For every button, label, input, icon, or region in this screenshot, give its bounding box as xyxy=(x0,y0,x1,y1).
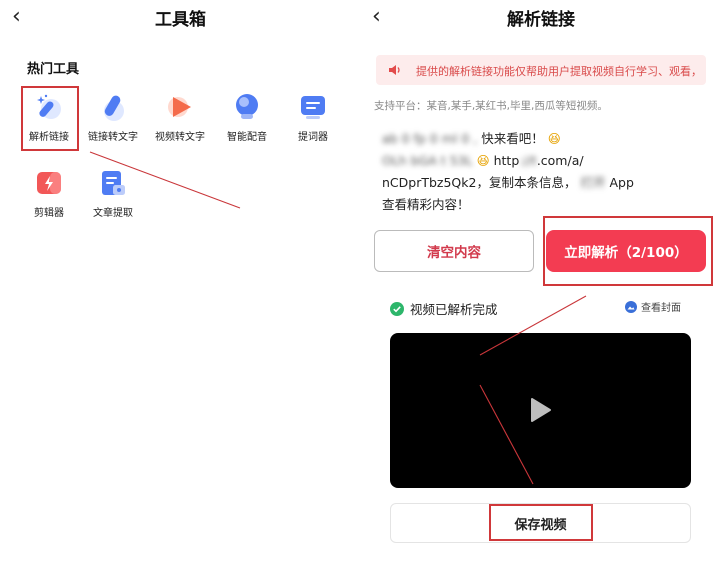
tool-parse-link[interactable]: 解析链接 xyxy=(14,92,84,143)
tool-label: 链接转文字 xyxy=(88,132,138,143)
tool-label: 提词器 xyxy=(298,132,328,143)
tool-teleprompter[interactable]: 提词器 xyxy=(278,92,348,143)
scissors-icon xyxy=(37,172,61,194)
pasted-link-text[interactable]: ab 0 fp 0 ml 0 , 快来看吧！ 😆 OLh bGA t 53L 😆… xyxy=(382,128,694,216)
tool-article-extract[interactable]: 文章提取 xyxy=(78,168,148,219)
tool-label: 文章提取 xyxy=(93,208,133,219)
link-text-segment: http xyxy=(493,153,520,168)
parse-link-screen: ‹ 解析链接 提供的解析链接功能仅帮助用户提取视频自行学习、观看， 支持平台：某… xyxy=(360,0,720,565)
tool-label: 智能配音 xyxy=(227,132,267,143)
parse-now-button[interactable]: 立即解析（2/100） xyxy=(546,230,706,272)
link-text-segment: 查看精彩内容！ xyxy=(382,197,470,212)
link-text-segment: App xyxy=(609,175,634,190)
microphone-icon xyxy=(236,94,258,119)
laughing-emoji-icon: 😆 xyxy=(476,153,490,168)
supported-platforms: 支持平台：某音,某手,某红书,毕里,西瓜等短视频。 xyxy=(374,100,608,112)
back-arrow-icon[interactable]: ‹ xyxy=(12,6,21,28)
document-extract-icon xyxy=(102,171,125,195)
back-arrow-icon[interactable]: ‹ xyxy=(372,6,381,28)
blurred-text: ab 0 fp 0 ml 0 , xyxy=(382,131,478,146)
tool-label: 视频转文字 xyxy=(155,132,205,143)
image-icon xyxy=(625,300,637,313)
blurred-text: OLh bGA t 53L xyxy=(382,153,473,168)
page-title: 解析链接 xyxy=(507,10,575,30)
view-cover-link[interactable]: 查看封面 xyxy=(625,299,681,314)
text-bubble-icon xyxy=(104,95,124,121)
toolbox-screen: ‹ 工具箱 热门工具 解析链接 链接转文字 视频转文字 智能配音 提词器 剪辑器… xyxy=(0,0,340,565)
tool-label: 解析链接 xyxy=(29,132,69,143)
video-player[interactable] xyxy=(390,333,691,488)
parse-status: 视频已解析完成 xyxy=(390,299,498,318)
blurred-text: ://t xyxy=(519,153,537,168)
notice-text: 提供的解析链接功能仅帮助用户提取视频自行学习、观看， xyxy=(416,65,701,78)
view-cover-label: 查看封面 xyxy=(641,303,681,314)
link-text-segment: .com/a/ xyxy=(536,153,584,168)
check-circle-icon xyxy=(390,301,404,316)
tool-video-editor[interactable]: 剪辑器 xyxy=(14,168,84,219)
play-icon xyxy=(168,97,191,117)
disclaimer-notice: 提供的解析链接功能仅帮助用户提取视频自行学习、观看， xyxy=(376,55,706,85)
blurred-text: 打开 xyxy=(580,175,606,190)
laughing-emoji-icon: 😆 xyxy=(547,131,561,146)
tool-smart-dubbing[interactable]: 智能配音 xyxy=(212,92,282,143)
clear-content-button[interactable]: 清空内容 xyxy=(374,230,534,272)
play-icon[interactable] xyxy=(530,397,552,423)
section-title-hot-tools: 热门工具 xyxy=(27,62,80,77)
link-text-segment: 快来看吧！ xyxy=(481,131,544,146)
save-video-button[interactable]: 保存视频 xyxy=(390,503,691,543)
tool-label: 剪辑器 xyxy=(34,208,64,219)
magic-wand-icon xyxy=(37,94,61,119)
speaker-icon xyxy=(389,65,400,75)
tool-video-to-text[interactable]: 视频转文字 xyxy=(145,92,215,143)
page-title: 工具箱 xyxy=(155,10,206,30)
status-text: 视频已解析完成 xyxy=(410,302,498,317)
link-text-segment: nCDprTbz5Qk2，复制本条信息， xyxy=(382,175,577,190)
tool-link-to-text[interactable]: 链接转文字 xyxy=(78,92,148,143)
screen-divider xyxy=(340,0,360,565)
teleprompter-icon xyxy=(301,96,325,119)
